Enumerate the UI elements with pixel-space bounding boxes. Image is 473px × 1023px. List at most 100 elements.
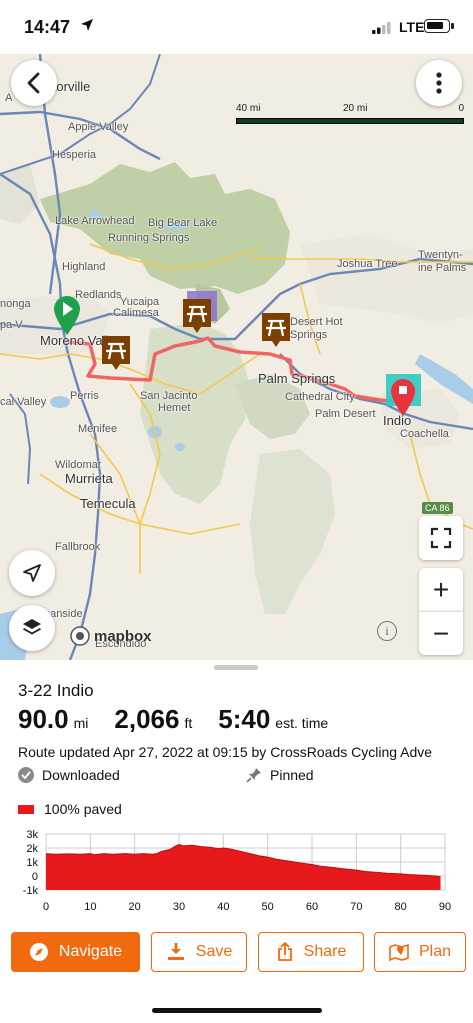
map-label: Murrieta (65, 471, 113, 486)
mapbox-icon (70, 626, 90, 646)
compass-icon (29, 943, 48, 961)
zoom-out-button[interactable]: − (419, 611, 463, 655)
elevation-unit: ft (184, 715, 193, 731)
picnic-poi-marker[interactable] (100, 334, 132, 370)
map-label: Twentyn­ine Palms (418, 249, 467, 274)
fullscreen-icon (430, 527, 452, 549)
map-layers-button[interactable] (9, 605, 55, 651)
map-label: Coachella (400, 428, 449, 440)
save-button[interactable]: Save (151, 932, 247, 972)
map-attribution-info-button[interactable]: i (377, 621, 397, 641)
sheet-drag-handle[interactable] (214, 665, 258, 670)
chart-y-tick-label: 0 (32, 871, 38, 883)
chart-x-tick-label: 40 (217, 901, 229, 913)
share-icon (277, 942, 292, 961)
location-arrow-icon (23, 564, 41, 582)
map-label: Highland (62, 261, 106, 273)
picnic-poi-marker[interactable] (181, 297, 213, 333)
share-label: Share (303, 943, 347, 960)
share-button[interactable]: Share (258, 932, 364, 972)
status-time: 14:47 (24, 17, 71, 37)
time-value: 5:40 (218, 704, 271, 734)
fullscreen-button[interactable] (419, 516, 463, 560)
save-label: Save (195, 943, 233, 960)
downloaded-status: Downloaded (18, 767, 120, 783)
pinned-label: Pinned (270, 767, 314, 783)
plus-icon: + (432, 573, 450, 605)
minus-icon: − (432, 617, 450, 649)
chart-y-tick-label: 2k (26, 843, 38, 855)
map-scale-bar: 40 mi 20 mi 0 (236, 103, 464, 124)
map-label: Palm Springs (258, 371, 336, 386)
chart-x-tick-label: 0 (43, 901, 49, 913)
more-vertical-icon (436, 72, 442, 94)
pinned-status[interactable]: Pinned (246, 767, 314, 783)
route-start-pin[interactable] (52, 294, 82, 336)
chart-y-tick-label: -1k (23, 885, 39, 897)
map-label: Wildomar (55, 459, 102, 471)
plan-button[interactable]: Plan (374, 932, 466, 972)
map-label: Joshua Tree (337, 258, 398, 270)
back-button[interactable] (11, 60, 57, 106)
map-label: Big Bear Lake (148, 217, 218, 229)
time-unit: est. time (275, 715, 329, 731)
elevation-profile-chart[interactable]: 3k 2k 1k 0 -1k 0 10 20 30 40 50 60 70 80 90 (0, 828, 473, 918)
route-details-sheet: 3-22 Indio 90.0 mi 2,066 ft 5:40 est. ti… (0, 660, 473, 1023)
paved-swatch (18, 804, 34, 814)
chart-x-tick-label: 90 (439, 901, 451, 913)
chart-x-tick-label: 50 (262, 901, 274, 913)
route-title: 3-22 Indio (18, 681, 94, 700)
distance-unit: mi (73, 715, 89, 731)
map-label: cal Valley (0, 396, 47, 408)
map-label: Calimesa (113, 307, 159, 319)
map-label: Hemet (158, 402, 191, 414)
download-icon (167, 943, 184, 960)
scale-label: 20 mi (343, 103, 368, 114)
downloaded-label: Downloaded (42, 767, 120, 783)
plan-label: Plan (418, 943, 452, 960)
more-options-button[interactable] (416, 60, 462, 106)
chart-x-tick-label: 80 (395, 901, 407, 913)
zoom-in-button[interactable]: + (419, 568, 463, 611)
surface-label: 100% paved (44, 801, 122, 817)
navigate-label: Navigate (58, 943, 123, 960)
map-label: Palm Desert (315, 408, 376, 420)
route-end-pin[interactable] (389, 377, 417, 417)
map-label: Fallbrook (55, 541, 101, 553)
map-label: pa V (0, 319, 23, 331)
mapbox-logo[interactable]: mapbox (70, 626, 152, 646)
elevation-value: 2,066 (114, 704, 180, 734)
elevation-area-series (46, 844, 441, 890)
map-label: nonga (0, 298, 31, 310)
route-map[interactable]: A Victorville Apple Valley Hesperia Lake… (0, 54, 473, 660)
map-label: Apple Valley (68, 121, 129, 133)
chevron-left-icon (27, 72, 40, 94)
chart-x-tick-label: 10 (84, 901, 96, 913)
route-stats: 90.0 mi 2,066 ft 5:40 est. time (18, 704, 328, 735)
map-label: Desert Hot Springs (290, 316, 343, 341)
distance-value: 90.0 (18, 704, 69, 734)
home-indicator (152, 1008, 322, 1013)
checkmark-circle-icon (18, 767, 34, 783)
scale-label: 40 mi (236, 103, 261, 114)
map-label: Temecula (80, 496, 136, 511)
map-basemap (0, 54, 473, 660)
map-label: Perris (70, 390, 99, 402)
signal-strength-icon (372, 22, 391, 34)
chart-y-tick-label: 3k (26, 829, 38, 841)
map-label: Running Springs (108, 232, 190, 244)
battery-icon (424, 19, 454, 33)
chart-x-tick-label: 20 (129, 901, 141, 913)
layers-icon (23, 619, 41, 635)
navigate-button[interactable]: Navigate (11, 932, 140, 972)
highway-shield: CA 86 (422, 502, 453, 514)
pin-icon (246, 768, 261, 783)
map-label: Lake Arrowhead (55, 215, 135, 227)
action-buttons: Navigate Save Share Plan (11, 932, 466, 974)
picnic-poi-marker[interactable] (260, 311, 292, 347)
surface-legend: 100% paved (18, 801, 122, 817)
locate-me-button[interactable] (9, 550, 55, 596)
network-type: LTE (399, 19, 425, 35)
map-label: A (5, 92, 13, 104)
chart-x-tick-label: 60 (306, 901, 318, 913)
